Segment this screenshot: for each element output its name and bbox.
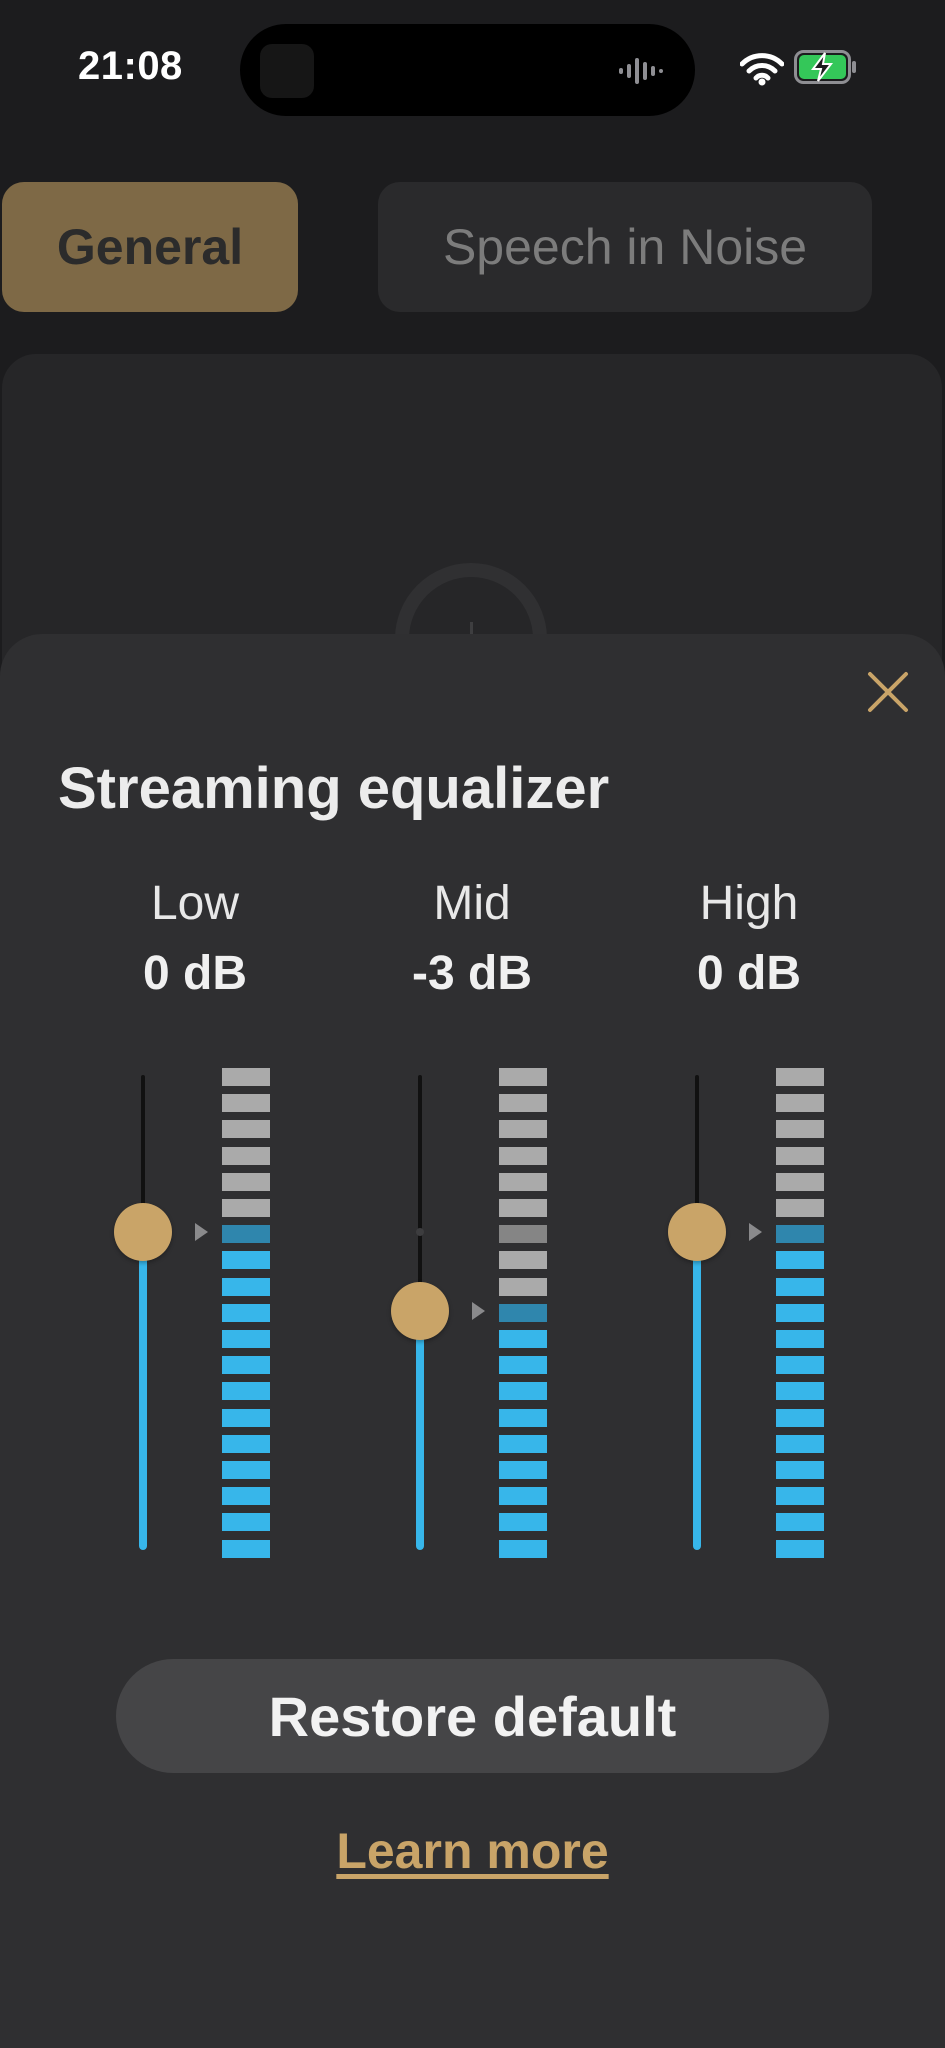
meter-segment bbox=[222, 1225, 270, 1244]
wifi-icon bbox=[740, 53, 784, 86]
meter-segment bbox=[776, 1251, 824, 1270]
meter-segment bbox=[222, 1461, 270, 1479]
meter-segment bbox=[499, 1094, 547, 1113]
level-pointer-icon bbox=[472, 1301, 485, 1320]
level-pointer-icon bbox=[749, 1223, 762, 1241]
level-meter-low bbox=[222, 1068, 270, 1566]
meter-segment bbox=[776, 1094, 824, 1113]
meter-segment bbox=[222, 1408, 270, 1427]
meter-segment bbox=[499, 1356, 547, 1375]
meter-segment bbox=[776, 1120, 824, 1139]
meter-segment bbox=[499, 1330, 547, 1348]
level-meter-high bbox=[776, 1068, 824, 1566]
band-value-high: 0 dB bbox=[696, 947, 801, 1000]
meter-segment bbox=[222, 1539, 270, 1558]
meter-segment bbox=[499, 1146, 547, 1165]
slider-knob-mid[interactable] bbox=[391, 1281, 449, 1340]
meter-segment bbox=[776, 1277, 824, 1296]
audio-wave-icon bbox=[619, 58, 663, 84]
slider-knob-high[interactable] bbox=[668, 1203, 726, 1261]
meter-segment bbox=[499, 1225, 547, 1244]
restore-default-button[interactable]: Restore default bbox=[116, 1659, 829, 1773]
meter-segment bbox=[776, 1146, 824, 1165]
meter-segment bbox=[222, 1356, 270, 1375]
meter-segment bbox=[776, 1408, 824, 1427]
meter-segment bbox=[499, 1461, 547, 1479]
meter-segment bbox=[499, 1277, 547, 1296]
level-pointer-icon bbox=[195, 1223, 208, 1241]
meter-segment bbox=[222, 1172, 270, 1191]
meter-segment bbox=[499, 1068, 547, 1086]
band-label-mid: Mid bbox=[433, 877, 511, 930]
meter-segment bbox=[222, 1120, 270, 1139]
status-time: 21:08 bbox=[78, 44, 183, 88]
meter-segment bbox=[776, 1330, 824, 1348]
slider-zero-mark bbox=[416, 1228, 424, 1236]
meter-segment bbox=[776, 1303, 824, 1322]
meter-segment bbox=[222, 1146, 270, 1165]
camera-icon bbox=[260, 44, 314, 98]
meter-segment bbox=[776, 1225, 824, 1244]
meter-segment bbox=[222, 1513, 270, 1532]
battery-charging-icon bbox=[794, 50, 856, 84]
meter-segment bbox=[222, 1303, 270, 1322]
meter-segment bbox=[776, 1461, 824, 1479]
meter-segment bbox=[499, 1408, 547, 1427]
meter-segment bbox=[222, 1094, 270, 1113]
meter-segment bbox=[222, 1251, 270, 1270]
meter-segment bbox=[499, 1539, 547, 1558]
meter-segment bbox=[776, 1356, 824, 1375]
meter-segment bbox=[499, 1382, 547, 1401]
tab-general[interactable]: General bbox=[2, 182, 298, 312]
band-label-low: Low bbox=[150, 877, 240, 930]
slider-fill-mid bbox=[416, 1310, 424, 1550]
meter-segment bbox=[499, 1251, 547, 1270]
sheet-title: Streaming equalizer bbox=[58, 756, 610, 821]
meter-segment bbox=[776, 1172, 824, 1191]
learn-more-link[interactable]: Learn more bbox=[0, 1822, 945, 1880]
meter-segment bbox=[222, 1330, 270, 1348]
slider-fill-high bbox=[693, 1232, 701, 1550]
band-value-mid: -3 dB bbox=[412, 947, 532, 1000]
tab-speech-in-noise[interactable]: Speech in Noise bbox=[378, 182, 872, 312]
meter-segment bbox=[222, 1277, 270, 1296]
slider-knob-low[interactable] bbox=[114, 1203, 172, 1261]
meter-segment bbox=[776, 1382, 824, 1401]
slider-fill-low bbox=[139, 1232, 147, 1550]
meter-segment bbox=[776, 1068, 824, 1086]
meter-segment bbox=[499, 1513, 547, 1532]
meter-segment bbox=[776, 1199, 824, 1217]
meter-segment bbox=[499, 1172, 547, 1191]
slider-track-mid[interactable] bbox=[418, 1075, 422, 1311]
meter-segment bbox=[222, 1382, 270, 1401]
meter-segment bbox=[776, 1513, 824, 1532]
meter-segment bbox=[776, 1434, 824, 1453]
meter-segment bbox=[499, 1487, 547, 1506]
meter-segment bbox=[499, 1120, 547, 1139]
meter-segment bbox=[499, 1303, 547, 1322]
meter-segment bbox=[776, 1487, 824, 1506]
meter-segment bbox=[776, 1539, 824, 1558]
close-icon[interactable] bbox=[860, 664, 916, 720]
level-meter-mid bbox=[499, 1068, 547, 1566]
meter-segment bbox=[222, 1434, 270, 1453]
meter-segment bbox=[222, 1199, 270, 1217]
meter-segment bbox=[222, 1487, 270, 1506]
meter-segment bbox=[499, 1434, 547, 1453]
meter-segment bbox=[499, 1199, 547, 1217]
meter-segment bbox=[222, 1068, 270, 1086]
dynamic-island bbox=[240, 24, 695, 116]
band-value-low: 0 dB bbox=[142, 947, 247, 1000]
band-label-high: High bbox=[699, 877, 799, 930]
